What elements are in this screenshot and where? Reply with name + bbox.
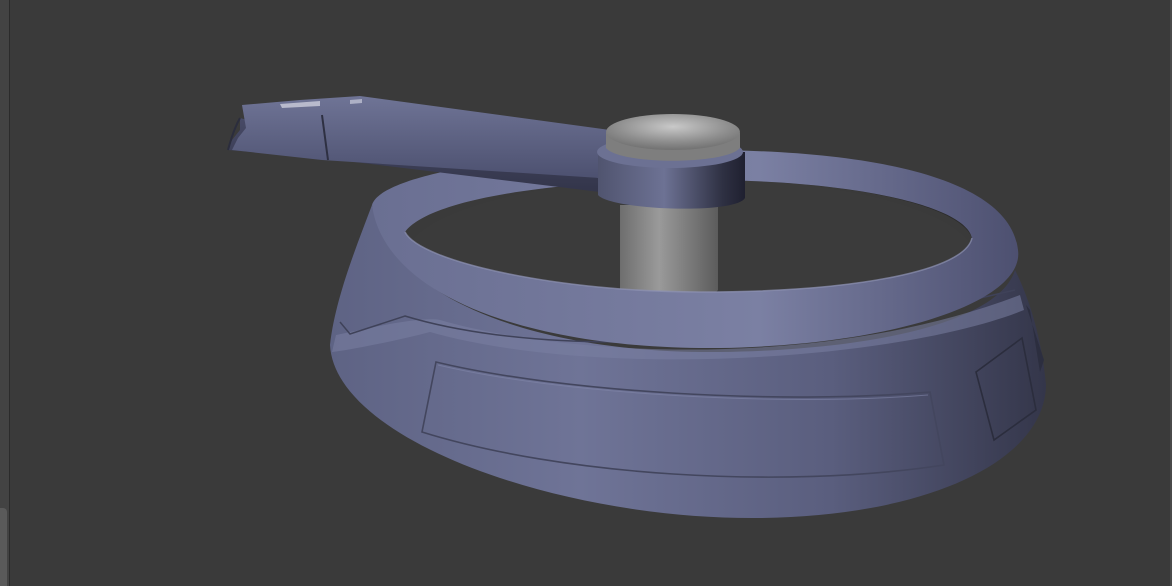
3d-model-render [227,96,1046,519]
3d-viewport[interactable] [0,0,1172,586]
